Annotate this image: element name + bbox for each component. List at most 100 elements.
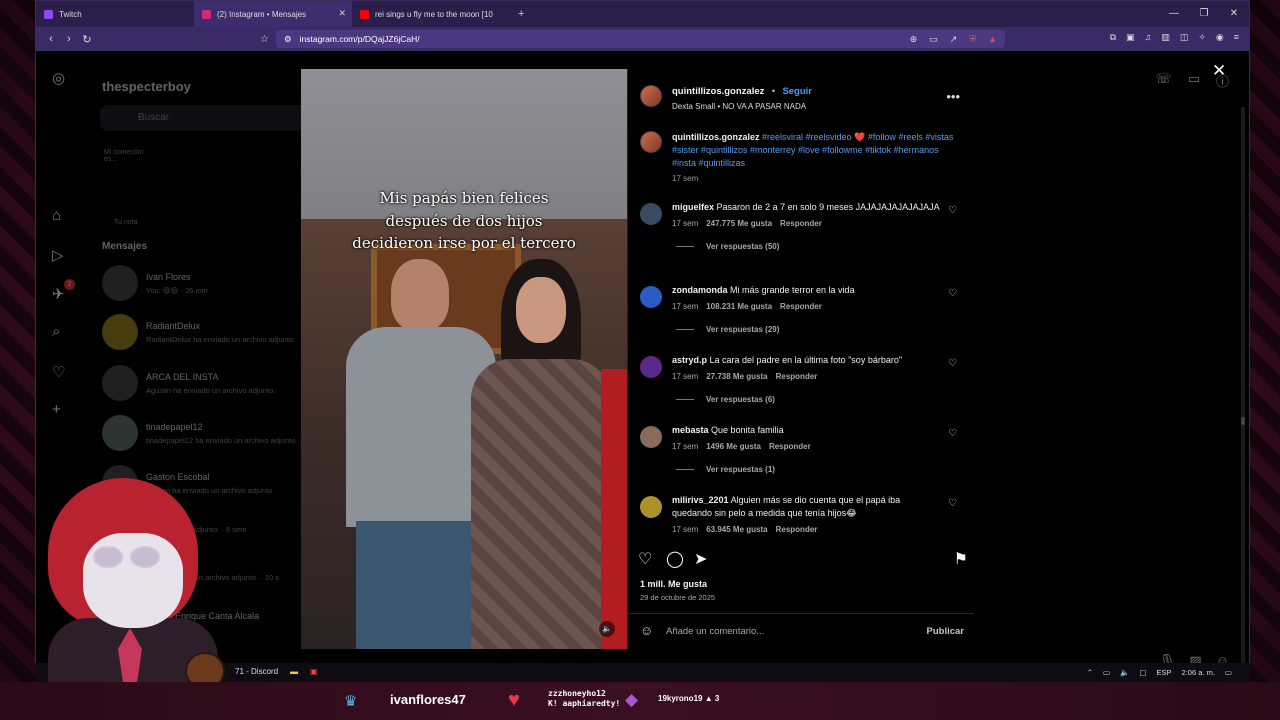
wallet-icon[interactable]: ◫ [1180,32,1189,43]
conversation-item[interactable]: tinadepapel12 tinadepapel12 ha enviado u… [102,415,297,451]
comment-user[interactable]: mebasta [672,425,709,435]
notifications-icon[interactable]: ♡ [52,363,65,381]
tab-twitch[interactable]: Twitch [36,1,194,27]
description-author[interactable]: quintillizos.gonzalez [672,132,760,142]
commenter-avatar[interactable] [640,286,662,308]
view-replies-button[interactable]: Ver respuestas (50) [676,242,965,251]
commenter-avatar[interactable] [640,203,662,225]
volume-tray-icon[interactable]: 🔈 [1120,668,1129,677]
create-icon[interactable]: + [52,401,61,418]
comment-likes[interactable]: 247.775 Me gusta [706,219,772,228]
video-call-icon[interactable]: ▭ [1188,71,1200,90]
extension-icon[interactable]: ⧉ [1110,32,1116,43]
discord-task[interactable]: 71 - Discord [235,667,278,676]
battery-icon[interactable]: ▭ [1103,668,1110,677]
view-replies-button[interactable]: Ver respuestas (6) [676,395,965,404]
brave-shield-icon[interactable]: ⛨ [969,34,976,45]
search-icon[interactable]: ⌕ [52,323,60,340]
reply-button[interactable]: Responder [769,442,811,451]
tray-expand-icon[interactable]: ⌃ [1087,668,1093,677]
music-icon[interactable]: ♫ [1145,32,1152,43]
instagram-logo-icon[interactable]: ◎ [52,69,65,87]
volume-icon[interactable]: 🔈 [599,621,615,637]
reply-button[interactable]: Responder [780,219,822,228]
your-note-label[interactable]: Tu nota [114,219,137,226]
like-comment-icon[interactable]: ♡ [948,498,957,509]
clock[interactable]: 2:06 a. m. [1182,668,1215,677]
likes-count[interactable]: 1 mill. Me gusta [640,579,707,589]
restore-icon[interactable]: ❐ [1189,1,1219,27]
commenter-avatar[interactable] [640,496,662,518]
like-comment-icon[interactable]: ♡ [948,358,957,369]
close-tab-icon[interactable]: ✕ [338,8,346,19]
conversation-item[interactable]: RadiantDelux RadiantDelux ha enviado un … [102,314,295,350]
comment-user[interactable]: astryd.p [672,355,707,365]
phone-icon[interactable]: ☏ [1155,71,1171,90]
save-icon[interactable]: ⚑ [954,549,968,569]
reply-button[interactable]: Responder [780,302,822,311]
comment-likes[interactable]: 27.738 Me gusta [706,372,767,381]
reply-button[interactable]: Responder [776,372,818,381]
home-icon[interactable]: ⌂ [52,207,61,224]
view-replies-button[interactable]: Ver respuestas (1) [676,465,965,474]
leo-icon[interactable]: ✧ [1198,32,1206,43]
zoom-icon[interactable]: ⊕ [910,34,918,45]
emoji-icon[interactable]: ☺ [640,623,653,638]
conversation-item[interactable]: ARCA DEL INSTA Agustin ha enviado un arc… [102,365,275,401]
network-icon[interactable]: ▢ [1139,668,1146,677]
comment-likes[interactable]: 108.231 Me gusta [706,302,772,311]
comment-icon[interactable]: ◯ [666,549,684,569]
screenshot-icon[interactable]: ▣ [1126,32,1135,43]
forward-icon[interactable]: › [60,33,78,45]
comment-likes[interactable]: 1496 Me gusta [706,442,761,451]
share-icon[interactable]: ↗ [950,34,958,45]
comment-user[interactable]: miguelfex [672,202,714,212]
menu-icon[interactable]: ≡ [1234,32,1239,43]
tab-youtube[interactable]: rei sings u fly me to the moon [10 ho [352,1,510,27]
sidebar-icon[interactable]: ▥ [1161,32,1170,43]
comment-likes[interactable]: 63.945 Me gusta [706,525,767,534]
explorer-icon[interactable]: ▬ [290,667,298,676]
audio-track[interactable]: Dexta Small • NO VA A PASAR NADA [672,102,812,111]
reply-button[interactable]: Responder [776,525,818,534]
comment-input[interactable]: Añade un comentario... [666,626,764,637]
inbox-username[interactable]: thespecterboy [102,79,191,94]
post-video[interactable]: Mis papás bien felices después de dos hi… [301,69,627,649]
publish-button[interactable]: Publicar [927,626,965,637]
minimize-icon[interactable]: — [1159,1,1189,27]
comment-user[interactable]: zondamonda [672,285,728,295]
like-icon[interactable]: ♡ [638,549,652,569]
new-tab-button[interactable]: + [510,8,532,20]
reload-icon[interactable]: ↻ [78,33,96,46]
reels-icon[interactable]: ▷ [52,246,64,264]
follow-button[interactable]: Seguir [782,86,812,97]
tab-instagram[interactable]: (2) Instagram • Mensajes ✕ [194,1,352,27]
close-icon[interactable]: ✕ [1212,61,1226,81]
vpn-icon[interactable]: ◉ [1216,32,1224,43]
author-avatar[interactable] [640,131,662,153]
language-indicator[interactable]: ESP [1157,668,1172,677]
bookmark-icon[interactable]: ☆ [260,34,269,45]
notifications-tray-icon[interactable]: ▭ [1225,668,1232,677]
close-window-icon[interactable]: ✕ [1219,1,1249,27]
cast-icon[interactable]: ▭ [929,34,938,45]
description-tags[interactable]: #reelsviral #reelsvideo [762,132,852,142]
messages-icon[interactable]: ✈ [52,285,65,303]
commenter-avatar[interactable] [640,356,662,378]
like-comment-icon[interactable]: ♡ [948,288,957,299]
author-name[interactable]: quintillizos.gonzalez [672,86,764,97]
like-comment-icon[interactable]: ♡ [948,428,957,439]
commenter-avatar[interactable] [640,426,662,448]
rewards-icon[interactable]: ▲ [988,34,997,45]
view-replies-button[interactable]: Ver respuestas (29) [676,325,965,334]
comment-user[interactable]: milirivs_2201 [672,495,729,505]
conversation-item[interactable]: Ivan Flores You: 😄😄 · 26 min [102,265,208,301]
author-avatar[interactable] [640,85,662,107]
site-settings-icon[interactable]: ⚙ [284,34,292,45]
back-icon[interactable]: ‹ [42,33,60,45]
url-field[interactable]: ☆ ⚙ instagram.com/p/DQajJZ6jCaH/ ⊕ ▭ ↗ ⛨… [260,30,1005,48]
page-scrollbar[interactable] [1241,107,1245,681]
app-icon[interactable]: ▣ [310,667,318,676]
like-comment-icon[interactable]: ♡ [948,205,957,216]
inbox-search-input[interactable]: Buscar [100,105,320,131]
